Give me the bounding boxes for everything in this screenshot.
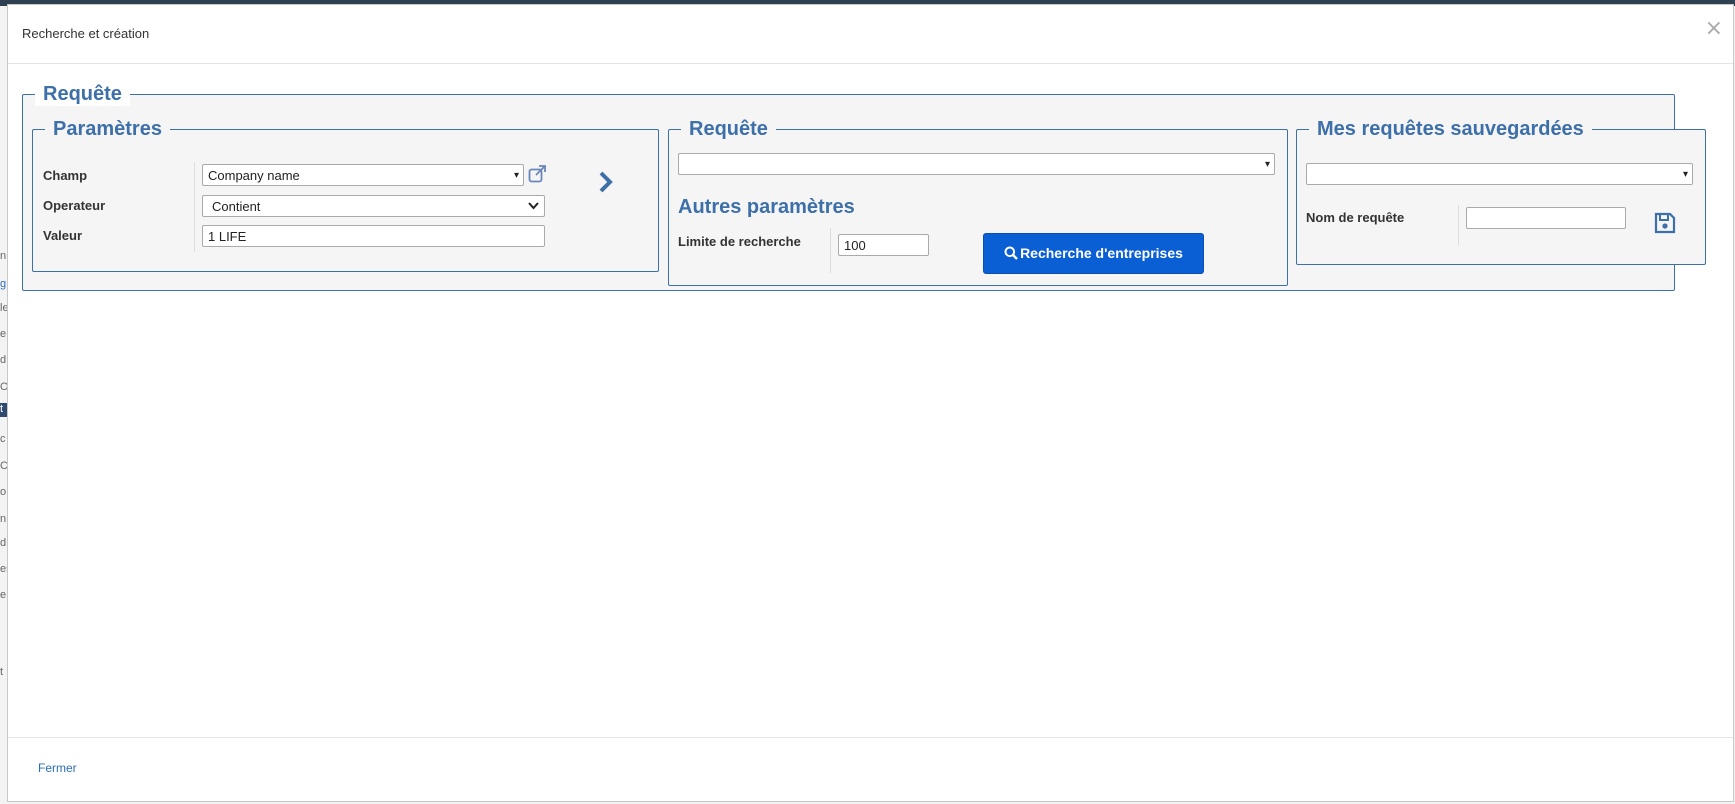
search-icon [1004,246,1018,260]
search-companies-button-label: Recherche d'entreprises [1020,245,1183,261]
external-link-icon[interactable] [528,165,548,183]
search-limit-value: 100 [844,238,866,253]
valeur-input-value: 1 LIFE [208,229,247,244]
caret-down-icon: ▾ [513,170,519,181]
chevron-right-icon[interactable] [597,170,615,194]
valeur-input[interactable]: 1 LIFE [202,225,545,247]
request-fieldset: Requête ▾ Autres paramètres Limite de re… [668,118,1288,286]
search-limit-input[interactable]: 100 [838,234,929,256]
chevron-down-icon [528,202,539,210]
valeur-label: Valeur [43,228,83,243]
operateur-label: Operateur [43,198,106,213]
request-select[interactable]: ▾ [678,153,1275,175]
query-fieldset-legend: Requête [35,83,130,106]
label-separator [1458,205,1459,245]
operateur-select[interactable]: Contient [202,195,545,217]
saved-queries-legend: Mes requêtes sauvegardées [1309,118,1592,141]
caret-down-icon: ▾ [1682,169,1688,180]
champ-select-value: Company name [208,168,300,183]
champ-select[interactable]: Company name ▾ [202,164,524,186]
search-limit-label: Limite de recherche [678,234,801,249]
modal-header: Recherche et création × [8,5,1733,64]
other-parameters-title: Autres paramètres [678,196,855,218]
saved-queries-fieldset: Mes requêtes sauvegardées ▾ Nom de requê… [1296,118,1706,265]
search-companies-button[interactable]: Recherche d'entreprises [983,233,1204,274]
modal-footer: Fermer [8,737,1733,801]
query-fieldset: Requête Paramètres Champ Operateur Valeu… [22,83,1706,291]
parameters-legend: Paramètres [45,118,170,141]
label-separator [194,162,195,252]
champ-label: Champ [43,168,88,183]
operateur-select-value: Contient [212,199,261,214]
saved-queries-select[interactable]: ▾ [1306,163,1693,185]
floppy-disk-icon[interactable] [1654,212,1676,234]
search-modal: Recherche et création × Requête Paramètr… [7,4,1734,802]
close-link[interactable]: Fermer [38,761,77,775]
request-legend: Requête [681,118,776,141]
modal-title: Recherche et création [22,26,150,41]
label-separator [830,228,831,273]
query-name-label: Nom de requête [1306,210,1405,225]
query-name-input[interactable] [1466,207,1626,229]
caret-down-icon: ▾ [1264,159,1270,170]
close-icon[interactable]: × [1705,18,1723,40]
parameters-fieldset: Paramètres Champ Operateur Valeur Compan… [32,118,659,272]
